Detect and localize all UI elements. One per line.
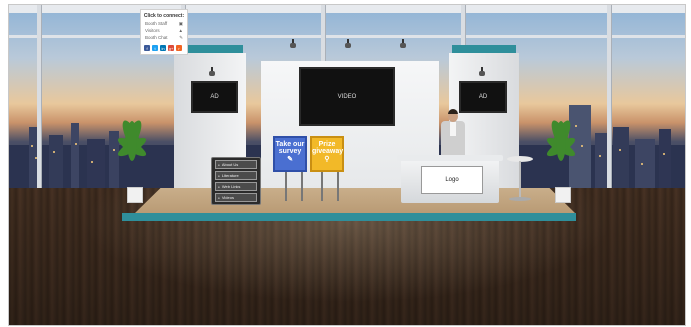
- window-mullion: [607, 5, 611, 195]
- virtual-booth-scene: AD VIDEO AD ● About Us ● Literature ● We…: [8, 4, 686, 326]
- sign-stand: [337, 171, 339, 201]
- connect-booth-chat[interactable]: Booth Chat ✎: [141, 35, 187, 41]
- survey-sign-label: Take our survey: [275, 141, 305, 155]
- desk-logo-label: Logo: [445, 177, 459, 183]
- people-icon: ▣: [178, 20, 183, 26]
- spotlight-icon: [479, 67, 485, 77]
- connect-visitors-label: Visitors: [145, 28, 160, 33]
- spotlight-icon: [345, 39, 351, 49]
- video-label: VIDEO: [337, 93, 357, 100]
- video-screen[interactable]: VIDEO: [299, 67, 395, 126]
- connect-booth-staff-label: Booth Staff: [145, 20, 168, 26]
- pencil-icon: ✎: [287, 156, 293, 163]
- right-plant-pot: [555, 187, 571, 203]
- left-ad-screen[interactable]: AD: [191, 81, 238, 113]
- social-links: f t in g+ r: [144, 45, 182, 51]
- spotlight-icon: [400, 39, 406, 49]
- reception-desk-top: [397, 155, 503, 161]
- window-mullion: [37, 5, 41, 195]
- window-transom: [9, 35, 685, 38]
- plant-icon: [546, 120, 576, 161]
- sign-stand: [285, 171, 287, 201]
- booth-host-shirt: [450, 122, 456, 136]
- connect-title: Click to connect:: [143, 13, 185, 19]
- sign-stand: [321, 171, 323, 201]
- prize-sign[interactable]: Prize giveaway ⚲: [310, 136, 344, 172]
- left-plant: [112, 117, 152, 197]
- key-icon: ⚲: [324, 156, 330, 163]
- sign-stand: [301, 171, 303, 201]
- rss-icon[interactable]: r: [176, 45, 182, 51]
- chat-icon: ✎: [179, 34, 183, 40]
- right-ad-screen[interactable]: AD: [459, 81, 507, 113]
- kiosk-menu: About Us Literature Web Links Videos: [211, 157, 261, 205]
- linkedin-icon[interactable]: in: [160, 45, 166, 51]
- prize-sign-label: Prize giveaway: [312, 141, 344, 155]
- booth-stage: [134, 188, 576, 214]
- right-wall-cap: [452, 45, 516, 53]
- stage-edge: [122, 213, 576, 221]
- kiosk-button-literature[interactable]: Literature: [215, 171, 257, 180]
- visitors-icon: ▲: [178, 28, 183, 33]
- spotlight-icon: [290, 39, 296, 49]
- connect-panel: Click to connect: Booth Staff ▣ Visitors…: [140, 9, 188, 55]
- connect-visitors[interactable]: Visitors ▲: [141, 28, 187, 33]
- connect-booth-chat-label: Booth Chat: [145, 34, 168, 40]
- connect-booth-staff[interactable]: Booth Staff ▣: [141, 21, 187, 27]
- survey-sign[interactable]: Take our survey ✎: [273, 136, 307, 172]
- facebook-icon[interactable]: f: [144, 45, 150, 51]
- twitter-icon[interactable]: t: [152, 45, 158, 51]
- left-wall-cap: [183, 45, 243, 53]
- plant-icon: [117, 120, 147, 161]
- bar-stool-base: [509, 197, 531, 201]
- bar-stool-leg: [519, 161, 521, 197]
- right-ad-label: AD: [478, 94, 488, 100]
- window-top-frame: [9, 5, 685, 13]
- left-ad-label: AD: [210, 94, 219, 100]
- booth-host-hair: [448, 109, 458, 114]
- right-plant: [541, 117, 581, 197]
- kiosk-button-videos[interactable]: Videos: [215, 193, 257, 202]
- google-plus-icon[interactable]: g+: [168, 45, 174, 51]
- left-plant-pot: [127, 187, 143, 203]
- kiosk-button-about-us[interactable]: About Us: [215, 160, 257, 169]
- desk-logo-panel[interactable]: Logo: [421, 166, 483, 194]
- kiosk-button-web-links[interactable]: Web Links: [215, 182, 257, 191]
- spotlight-icon: [209, 67, 215, 77]
